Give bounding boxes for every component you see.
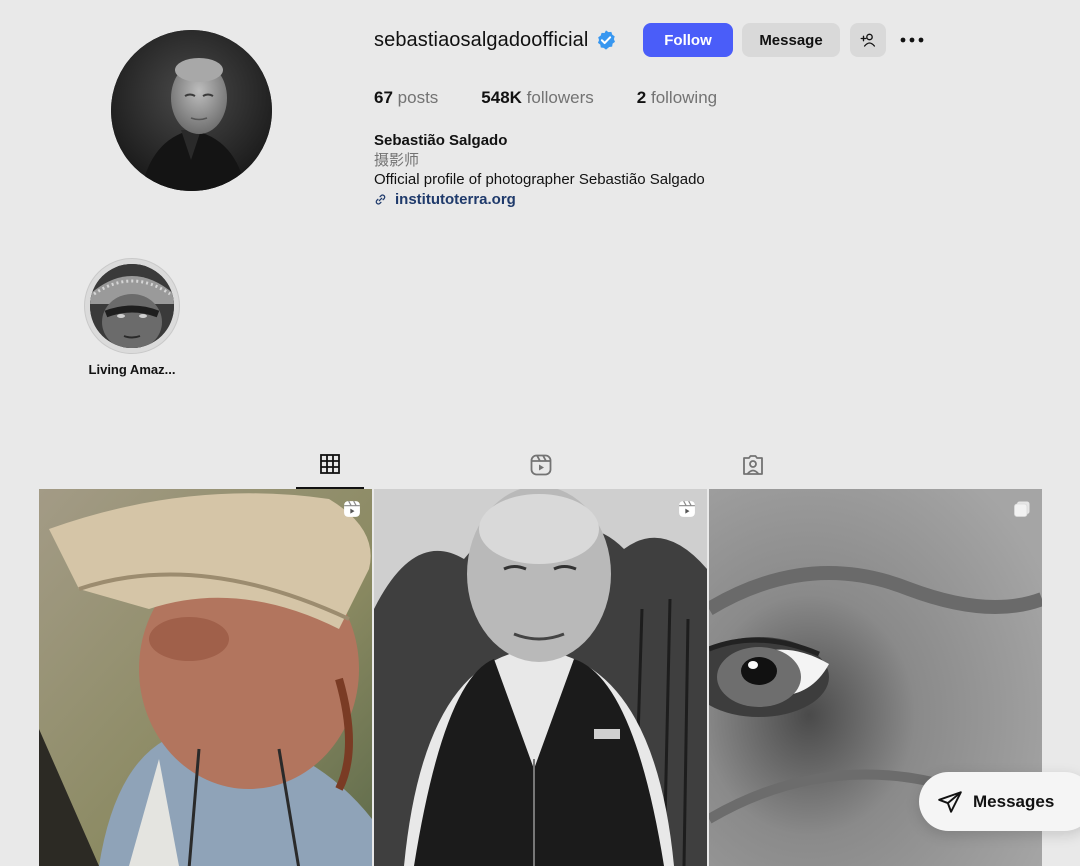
grid-icon	[320, 453, 340, 474]
reel-badge-icon	[344, 500, 360, 517]
profile-tabs	[40, 440, 1043, 489]
followers-stat[interactable]: 548K followers	[481, 88, 593, 108]
reels-icon	[530, 454, 552, 475]
tab-tagged[interactable]	[719, 440, 787, 489]
more-icon	[900, 37, 924, 43]
add-user-icon	[860, 33, 876, 47]
followers-count: 548K	[481, 88, 522, 107]
verified-badge-icon	[598, 30, 616, 50]
bio-text: Official profile of photographer Sebasti…	[374, 171, 705, 188]
messages-button[interactable]: Messages	[919, 772, 1080, 831]
more-options-button[interactable]	[897, 23, 927, 57]
messages-label: Messages	[973, 791, 1055, 811]
profile-bio: Sebastião Salgado 摄影师 Official profile o…	[374, 131, 705, 209]
following-label: following	[650, 88, 718, 107]
profile-stats: 67 posts 548K followers 2 following	[374, 88, 760, 108]
bio-link-text: institutoterra.org	[395, 190, 516, 208]
username-row: sebastiaosalgadoofficial	[374, 22, 617, 58]
highlight-cover	[90, 264, 174, 348]
post-photo	[39, 489, 372, 866]
posts-stat: 67 posts	[374, 88, 438, 108]
paper-plane-icon	[938, 790, 962, 813]
profile-avatar[interactable]	[111, 30, 272, 191]
posts-label: posts	[397, 88, 439, 107]
post-tile[interactable]	[39, 489, 372, 866]
bio-full-name: Sebastião Salgado	[374, 132, 508, 149]
link-icon	[375, 194, 386, 205]
story-highlight[interactable]: Living Amaz...	[84, 258, 180, 377]
bio-link[interactable]: institutoterra.org	[374, 190, 705, 210]
bio-category: 摄影师	[374, 151, 420, 169]
following-stat[interactable]: 2 following	[637, 88, 717, 108]
posts-grid	[39, 489, 1043, 866]
carousel-badge-icon	[1014, 501, 1030, 517]
highlight-cover-photo	[90, 264, 174, 348]
highlight-label: Living Amaz...	[88, 362, 176, 377]
reel-badge-icon	[679, 500, 695, 517]
avatar-photo	[111, 30, 272, 191]
tab-reels[interactable]	[507, 440, 575, 489]
highlight-ring	[84, 258, 180, 354]
profile-page: sebastiaosalgadoofficial Follow Message …	[0, 0, 1080, 866]
tab-posts[interactable]	[296, 440, 364, 489]
message-button[interactable]: Message	[742, 23, 840, 57]
followers-label: followers	[526, 88, 594, 107]
follow-button[interactable]: Follow	[643, 23, 733, 57]
profile-username: sebastiaosalgadoofficial	[374, 28, 589, 51]
tagged-icon	[743, 454, 763, 475]
suggest-accounts-button[interactable]	[850, 23, 886, 57]
post-photo	[374, 489, 707, 866]
posts-count: 67	[374, 88, 393, 107]
following-count: 2	[636, 88, 647, 107]
post-tile[interactable]	[374, 489, 707, 866]
